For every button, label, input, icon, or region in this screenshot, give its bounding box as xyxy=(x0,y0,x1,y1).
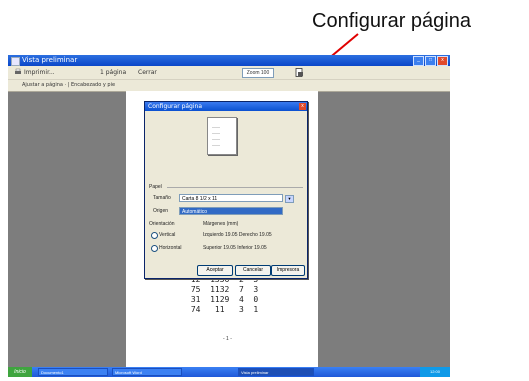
preview-line: —— xyxy=(212,136,220,141)
page-text-line: 75 1132 7 3 xyxy=(186,285,259,294)
dialog-title: Configurar página xyxy=(148,103,203,110)
zoom-select[interactable]: Zoom 100 xyxy=(242,68,274,78)
ok-button[interactable]: Aceptar xyxy=(197,265,233,276)
system-clock: 12:00 xyxy=(420,367,450,377)
print-icon[interactable] xyxy=(14,68,22,76)
orientation-group-label: Orientación xyxy=(149,221,175,227)
page-setup-icon[interactable] xyxy=(295,68,304,77)
screen: Vista preliminar _ □ x Imprimir... 1 pág… xyxy=(8,55,450,377)
minimize-button[interactable]: _ xyxy=(413,56,424,66)
landscape-label: Horizontal xyxy=(159,245,182,251)
page-footer: - 1 - xyxy=(223,336,232,342)
margins-group-label: Márgenes (mm) xyxy=(203,221,239,227)
taskbar-item[interactable]: Documento1 xyxy=(38,368,108,376)
page-text-line: 74 11 3 1 xyxy=(186,305,259,314)
maximize-button[interactable]: □ xyxy=(425,56,436,66)
margins-row[interactable]: Superior 19.05 Inferior 19.05 xyxy=(203,245,267,251)
preview-line: —— xyxy=(212,130,220,135)
landscape-radio[interactable] xyxy=(151,245,158,252)
portrait-radio[interactable] xyxy=(151,232,158,239)
portrait-label: Vertical xyxy=(159,232,176,238)
chevron-down-icon[interactable]: ▼ xyxy=(285,195,294,203)
taskbar-item-active[interactable]: Vista preliminar xyxy=(238,368,314,376)
window-titlebar: Vista preliminar _ □ x xyxy=(8,55,450,66)
page-setup-dialog: Configurar página x —— —— —— —— Papel Ta… xyxy=(144,101,308,279)
annotation-label: Configurar página xyxy=(312,10,471,32)
paper-source-select[interactable]: Automático xyxy=(179,207,283,215)
window-controls: _ □ x xyxy=(413,56,448,66)
cancel-button[interactable]: Cancelar xyxy=(235,265,271,276)
margins-row[interactable]: Izquierdo 19.05 Derecho 19.05 xyxy=(203,232,272,238)
preview-line: —— xyxy=(212,124,220,129)
paper-group-line xyxy=(167,187,303,188)
dialog-close-button[interactable]: x xyxy=(299,103,306,110)
close-preview-button[interactable]: Cerrar xyxy=(138,69,157,76)
printer-button[interactable]: Impresora xyxy=(271,265,305,276)
preview-toolbar: Imprimir... 1 página Cerrar Zoom 100 xyxy=(8,66,450,80)
source-label: Origen xyxy=(153,208,169,214)
paper-preview: —— —— —— —— xyxy=(207,117,237,155)
close-window-button[interactable]: x xyxy=(437,56,448,66)
taskbar-item[interactable]: Microsoft Word xyxy=(112,368,182,376)
paper-group-label: Papel xyxy=(149,184,162,190)
page-text-line: 31 1129 4 0 xyxy=(186,295,259,304)
pages-button[interactable]: 1 página xyxy=(100,69,126,76)
app-icon xyxy=(11,57,20,66)
taskbar: Inicio Documento1 Microsoft Word Vista p… xyxy=(8,367,450,377)
start-button[interactable]: Inicio xyxy=(8,367,32,377)
dialog-titlebar: Configurar página x xyxy=(145,102,307,111)
paper-size-select[interactable]: Carta 8 1/2 x 11 xyxy=(179,194,283,202)
preview-line: —— xyxy=(212,142,220,147)
window-title: Vista preliminar xyxy=(22,56,78,64)
toolbar2-text[interactable]: Ajustar a página · | Encabezado y pie xyxy=(22,82,115,88)
print-button[interactable]: Imprimir... xyxy=(24,69,55,76)
size-label: Tamaño xyxy=(153,195,171,201)
